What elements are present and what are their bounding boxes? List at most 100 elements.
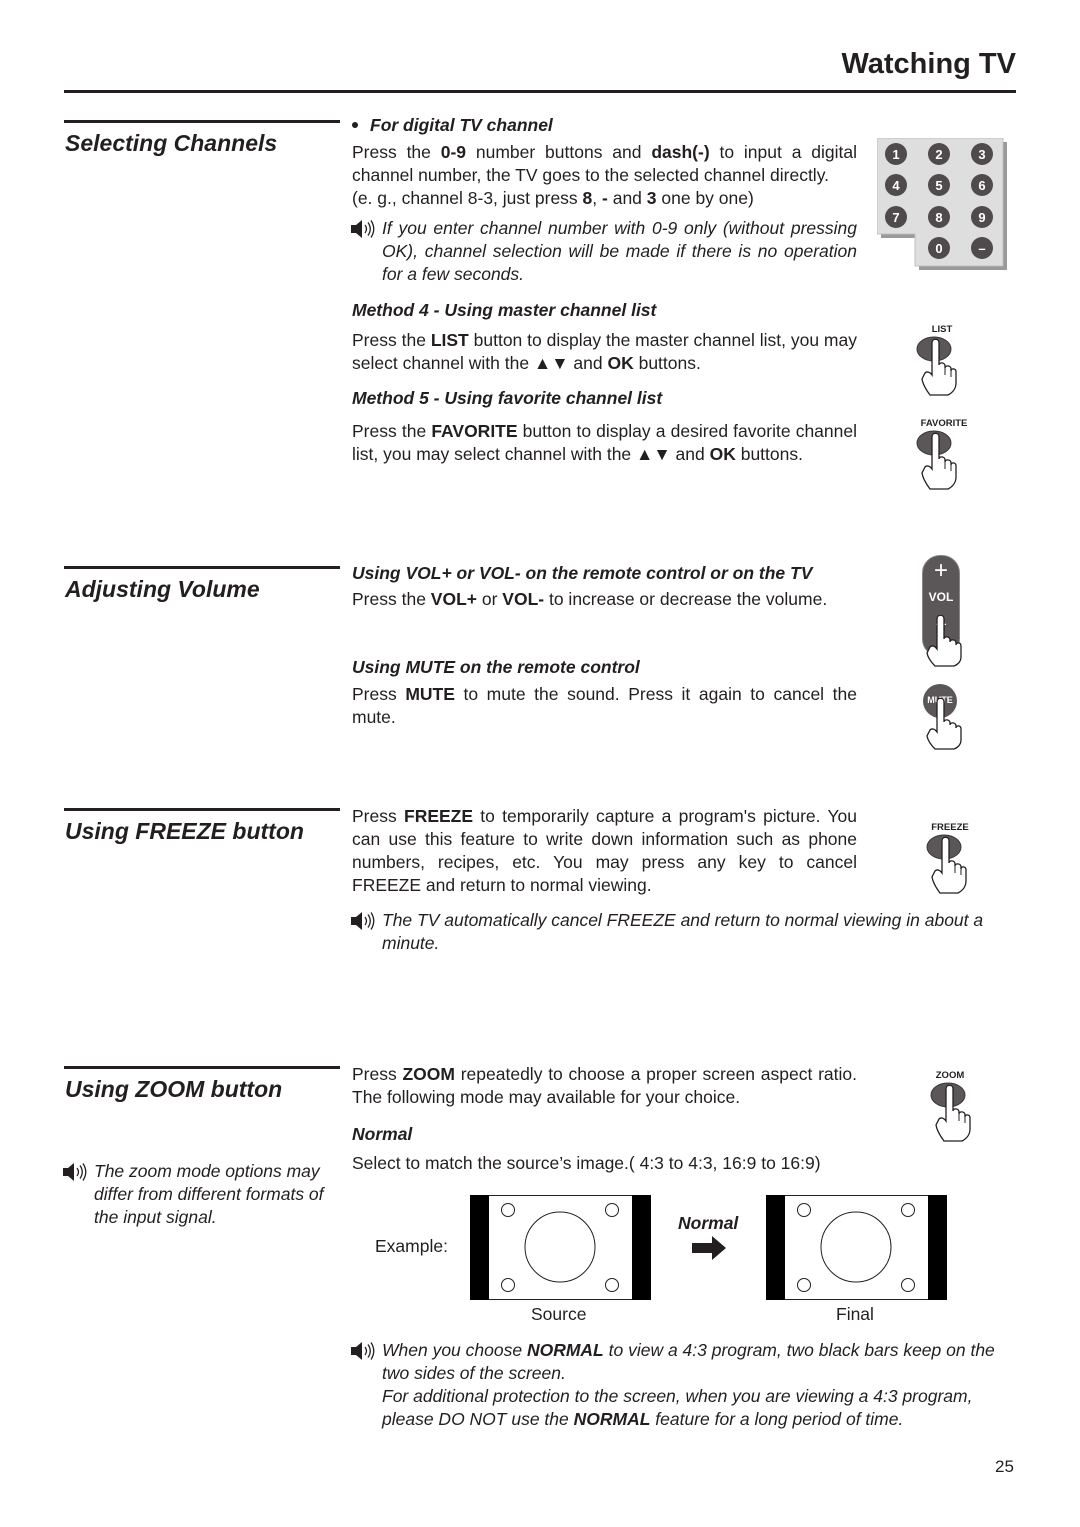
key-name: NORMAL	[526, 1340, 604, 1360]
svg-text:6: 6	[978, 178, 985, 193]
speaker-note-icon	[62, 1160, 94, 1229]
text: Press	[352, 806, 404, 826]
method4-heading: Method 4 - Using master channel list	[352, 300, 657, 320]
page-number: 25	[995, 1457, 1014, 1476]
keypad-key-2: 2	[928, 143, 950, 165]
source-caption: Source	[531, 1304, 587, 1324]
keypad-key-0: 0	[928, 237, 950, 259]
example-label: Example:	[375, 1236, 448, 1256]
key-name: ZOOM	[402, 1064, 455, 1084]
keypad-key-9: 9	[971, 206, 993, 228]
plus-icon: +	[933, 557, 948, 584]
section-divider	[64, 120, 340, 123]
section-divider	[64, 566, 340, 569]
header-divider	[64, 90, 1016, 93]
speaker-note-icon	[350, 217, 382, 286]
final-screen-diagram	[766, 1195, 948, 1306]
arrow-label: Normal	[678, 1213, 739, 1233]
page-title: Watching TV	[841, 48, 1016, 80]
key-name: 8	[582, 188, 593, 208]
method5-text: Press the FAVORITE button to display a d…	[352, 420, 857, 466]
normal-heading: Normal	[352, 1124, 413, 1144]
svg-text:7: 7	[892, 210, 899, 225]
text: (e. g., channel 8-3, just press	[352, 188, 583, 208]
note-freeze-timeout: The TV automatically cancel FREEZE and r…	[350, 909, 1018, 955]
section-title-adjusting-volume: Adjusting Volume	[65, 576, 260, 602]
keypad-key-8: 8	[928, 206, 950, 228]
key-name: LIST	[430, 330, 469, 350]
favorite-button-label: FAVORITE	[920, 418, 968, 429]
list-button-illustration: LIST	[912, 324, 972, 402]
note-text: If you enter channel number with 0-9 onl…	[382, 218, 857, 284]
key-name: OK	[607, 353, 634, 373]
keypad-key-6: 6	[971, 174, 993, 196]
list-button-label: LIST	[931, 324, 953, 335]
digital-channel-instructions: Press the 0-9 number buttons and dash(-)…	[352, 141, 857, 210]
key-name: dash(-)	[651, 142, 710, 162]
note-zoom-options: The zoom mode options may differ from di…	[62, 1160, 344, 1229]
section-divider	[64, 808, 340, 811]
finger-press-icon	[926, 834, 967, 894]
section-title-selecting-channels: Selecting Channels	[65, 130, 278, 156]
numeric-keypad-illustration: 1 2 3 4 5 6 7 8 9 0 –	[876, 137, 1007, 270]
freeze-button-label: FREEZE	[931, 822, 969, 833]
key-name: MUTE	[405, 684, 455, 704]
note-text: When you choose NORMAL to view a 4:3 pro…	[382, 1339, 1018, 1431]
key-name: VOL+	[430, 589, 477, 609]
keypad-key-4: 4	[885, 174, 907, 196]
svg-text:0: 0	[935, 241, 942, 256]
svg-text:4: 4	[892, 178, 900, 193]
note-text: The zoom mode options may differ from di…	[94, 1161, 324, 1227]
zoom-text: Press ZOOM repeatedly to choose a proper…	[352, 1063, 857, 1109]
keypad-key-3: 3	[971, 143, 993, 165]
svg-text:–: –	[978, 241, 985, 256]
mute-text: Press MUTE to mute the sound. Press it a…	[352, 683, 857, 729]
text: and	[607, 188, 647, 208]
zoom-button-label: ZOOM	[935, 1070, 965, 1081]
method5-heading: Method 5 - Using favorite channel list	[352, 388, 663, 408]
digital-channel-heading: For digital TV channel	[352, 115, 553, 136]
svg-text:5: 5	[935, 178, 942, 193]
speaker-note-icon	[350, 909, 382, 955]
right-arrow-icon	[692, 1236, 728, 1265]
freeze-button-illustration: FREEZE	[922, 822, 978, 900]
text: to increase or decrease the volume.	[544, 589, 828, 609]
key-name: FREEZE	[404, 806, 474, 826]
screen-4x3-with-bars	[766, 1195, 947, 1300]
text: buttons.	[633, 353, 701, 373]
screen-4x3-with-bars	[470, 1195, 651, 1300]
text: one by one)	[656, 188, 754, 208]
key-name: VOL-	[502, 589, 545, 609]
source-screen-diagram	[470, 1195, 652, 1306]
heading-text: For digital TV channel	[370, 115, 553, 135]
method4-text: Press the LIST button to display the mas…	[352, 329, 857, 375]
text: Press	[352, 684, 406, 704]
keypad-key-5: 5	[928, 174, 950, 196]
finger-press-icon	[926, 615, 962, 667]
normal-text: Select to match the source’s image.( 4:3…	[352, 1153, 821, 1173]
keypad-key-1: 1	[885, 143, 907, 165]
svg-text:9: 9	[978, 210, 985, 225]
svg-text:3: 3	[978, 147, 985, 162]
svg-text:1: 1	[892, 147, 899, 162]
final-caption: Final	[836, 1304, 874, 1324]
text: feature for a long period of time.	[650, 1409, 904, 1429]
note-text: The TV automatically cancel FREEZE and r…	[382, 910, 984, 953]
key-name: 3	[646, 188, 657, 208]
text: ,	[592, 188, 603, 208]
svg-text:2: 2	[935, 147, 942, 162]
text: When you choose	[382, 1340, 527, 1360]
bullet-icon	[352, 122, 358, 128]
key-name: NORMAL	[573, 1409, 651, 1429]
section-divider	[64, 1066, 340, 1069]
key-name: OK	[709, 444, 736, 464]
text: or	[477, 589, 503, 609]
note-digital-timeout: If you enter channel number with 0-9 onl…	[350, 217, 857, 286]
key-name: 0-9	[440, 142, 467, 162]
section-title-zoom: Using ZOOM button	[65, 1076, 283, 1102]
finger-press-icon	[926, 698, 962, 750]
note-normal-warning: When you choose NORMAL to view a 4:3 pro…	[350, 1339, 1018, 1431]
freeze-text: Press FREEZE to temporarily capture a pr…	[352, 805, 857, 897]
keypad-graphic: 1 2 3 4 5 6 7 8 9 0 –	[876, 137, 1007, 270]
keypad-key-dash: –	[971, 237, 993, 259]
